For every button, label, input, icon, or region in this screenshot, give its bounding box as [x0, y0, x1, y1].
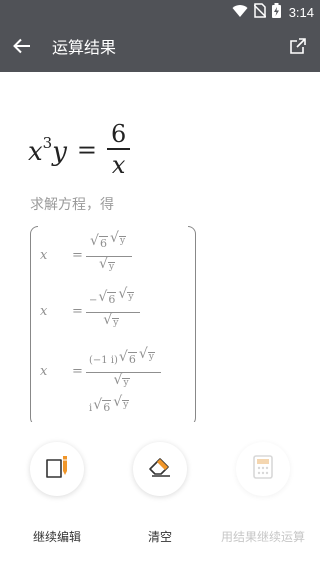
edit-icon: [44, 454, 70, 484]
status-time: 3:14: [288, 4, 314, 20]
wifi-icon: [232, 3, 248, 22]
equation-fraction: 6 x: [107, 120, 131, 180]
status-icons: 3:14: [232, 0, 314, 24]
equation-lhs: x3y: [28, 133, 67, 167]
battery-charging-icon: [271, 2, 281, 22]
solve-label: 求解方程，得: [30, 197, 114, 213]
tool-circle[interactable]: [236, 442, 290, 496]
share-button[interactable]: [286, 36, 310, 60]
solution-fraction: i6y: [86, 391, 135, 420]
tool-circle[interactable]: [133, 442, 187, 496]
calculator-icon: [252, 454, 274, 484]
continue-edit-button[interactable]: 继续编辑: [4, 442, 110, 545]
tool-label: 用结果继续运算: [220, 530, 305, 544]
right-bracket: [188, 226, 196, 422]
clear-button[interactable]: 清空: [107, 442, 213, 545]
arrow-left-icon: [13, 38, 31, 58]
solution-row: x = 6y y: [40, 227, 133, 282]
app-bar: 运算结果: [0, 24, 320, 72]
solution-row: x = (−1 i)6y y: [40, 343, 162, 398]
fraction-denominator: x: [111, 150, 126, 179]
status-bar: 3:14: [0, 0, 320, 24]
page-title: 运算结果: [52, 38, 117, 57]
solution-matrix: x = 6y y x = −6y y x = (−1 i)6y y: [30, 226, 196, 422]
tool-circle[interactable]: [30, 442, 84, 496]
left-bracket: [30, 226, 38, 422]
solution-fraction: (−1 i)6y y: [86, 343, 162, 396]
bottom-toolbar: 继续编辑 清空 用结果继续运算: [0, 422, 320, 569]
solution-row: i6y: [40, 391, 135, 422]
equation-equals: =: [76, 136, 98, 164]
back-button[interactable]: [10, 36, 34, 60]
share-icon: [289, 37, 307, 59]
use-result-continue-button[interactable]: 用结果继续运算: [210, 442, 316, 545]
result-content: x3y = 6 x 求解方程，得 x = 6y y x = −6y y: [0, 72, 320, 422]
solution-fraction: 6y y: [86, 227, 133, 280]
tool-label: 清空: [147, 530, 172, 544]
no-sim-icon: [253, 2, 267, 22]
eraser-icon: [146, 454, 174, 484]
fraction-numerator: 6: [111, 120, 127, 149]
solution-fraction: −6y y: [86, 283, 141, 336]
solution-row: x = −6y y: [40, 283, 141, 338]
tool-label: 继续编辑: [32, 530, 81, 544]
input-equation: x3y = 6 x: [28, 118, 131, 182]
